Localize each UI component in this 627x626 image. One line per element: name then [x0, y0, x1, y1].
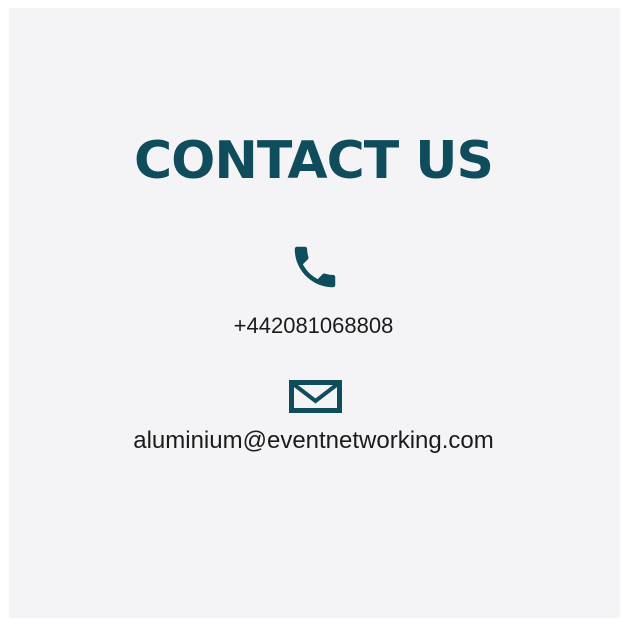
email-link[interactable]: aluminium@eventnetworking.com	[0, 429, 627, 453]
phone-number-link[interactable]: +442081068808	[0, 315, 627, 337]
envelope-icon	[289, 380, 342, 413]
page-title: CONTACT US	[134, 131, 494, 191]
phone-icon	[294, 246, 336, 288]
